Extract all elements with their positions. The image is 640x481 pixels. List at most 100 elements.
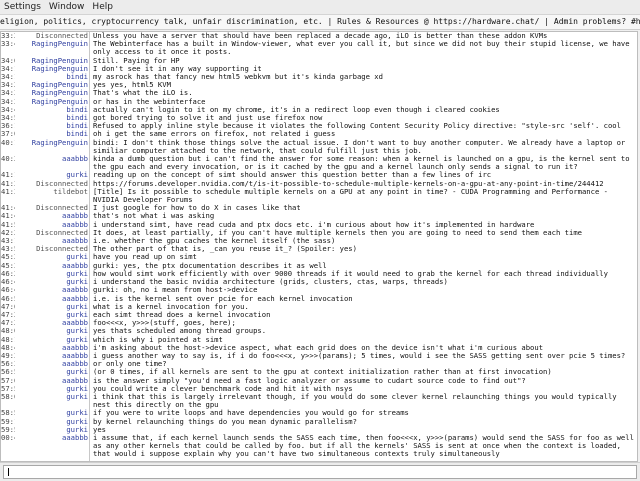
message-nick[interactable]: bindi [15,122,91,130]
message-timestamp: 41:31] [1,187,15,196]
message-nick[interactable]: aaabbb [15,221,91,229]
message-timestamp: 41:59] [1,220,15,229]
message-timestamp: 49:33] [1,351,15,360]
message-nick[interactable]: aaabbb [15,237,91,245]
menu-window[interactable]: Window [45,2,89,12]
message-timestamp: 59:12] [1,417,15,426]
message-timestamp: 48:13] [1,335,15,344]
message-nick[interactable]: gurki [15,303,91,311]
message-text: [Title] Is it possible to schedule multi… [93,186,613,205]
message-timestamp: 57:59] [1,384,15,393]
channel-topic[interactable]: eligion, politics, cryptocurrency talk, … [0,15,640,30]
message-nick[interactable]: aaabbb [15,155,91,171]
message-timestamp: 47:21] [1,310,15,319]
message-timestamp: 47:27] [1,319,15,328]
message-nick[interactable]: gurki [15,418,91,426]
message-row: 40:17]RagingPenguinbindi: I don't think … [1,137,637,155]
message-timestamp: 34:27] [1,81,15,90]
message-timestamp: 34:18] [1,64,15,73]
message-timestamp: 41:46] [1,212,15,221]
message-timestamp: 47:05] [1,302,15,311]
message-nick[interactable]: aaabbb [15,212,91,220]
message-nick[interactable]: gurki [15,253,91,261]
message-nick[interactable]: aaabbb [15,344,91,352]
message-nick[interactable]: Disconnected [15,204,91,212]
message-nick[interactable]: RagingPenguin [15,57,91,65]
message-nick[interactable]: aaabbb [15,319,91,327]
message-row: 58:09]gurkii think that this is largely … [1,391,637,410]
message-nick[interactable]: gurki [15,270,91,278]
message-nick[interactable]: aaabbb [15,434,91,459]
message-timestamp: 46:24] [1,269,15,278]
message-nick[interactable]: aaabbb [15,352,91,360]
message-nick[interactable]: RagingPenguin [15,81,91,89]
message-timestamp: 33:27] [1,32,15,40]
message-timestamp: 45:33] [1,261,15,270]
message-timestamp: 40:17] [1,138,15,147]
message-nick[interactable]: RagingPenguin [15,139,91,155]
message-timestamp: 42:21] [1,228,15,237]
message-nick[interactable]: tildebot [15,188,91,204]
message-timestamp: 46:55] [1,294,15,303]
message-nick[interactable]: gurki [15,327,91,335]
message-timestamp: 34:38] [1,97,15,106]
message-nick[interactable]: Disconnected [15,245,91,253]
message-nick[interactable]: aaabbb [15,295,91,303]
message-nick[interactable]: gurki [15,385,91,393]
message-nick[interactable]: RagingPenguin [15,89,91,97]
message-nick[interactable]: bindi [15,106,91,114]
message-input[interactable] [3,465,637,479]
message-nick[interactable]: gurki [15,426,91,434]
message-timestamp: 56:37] [1,360,15,369]
menu-help[interactable]: Help [88,2,117,12]
message-timestamp: 59:57] [1,425,15,434]
message-timestamp: 57:02] [1,376,15,385]
message-nick[interactable]: gurki [15,336,91,344]
message-nick[interactable]: gurki [15,409,91,417]
message-nick[interactable]: gurki [15,171,91,179]
message-nick[interactable]: gurki [15,311,91,319]
text-caret [8,468,9,476]
nick-separator [89,32,90,461]
message-nick[interactable]: aaabbb [15,286,91,294]
message-nick[interactable]: aaabbb [15,360,91,368]
message-timestamp: 34:33] [1,89,15,98]
message-nick[interactable]: bindi [15,114,91,122]
menu-settings[interactable]: Settings [0,2,45,12]
message-nick[interactable]: bindi [15,130,91,138]
message-timestamp: 45:22] [1,253,15,262]
message-timestamp: 34:59] [1,114,15,123]
message-timestamp: 46:46] [1,286,15,295]
message-text: bindi: I don't think those things solve … [93,137,630,155]
message-timestamp: 48:45] [1,343,15,352]
message-row: 00:44]aaabbbi assume that, if each kerne… [1,432,638,459]
message-timestamp: 58:56] [1,409,15,418]
message-nick[interactable]: RagingPenguin [15,65,91,73]
message-timestamp: 46:41] [1,278,15,287]
message-nick[interactable]: gurki [15,278,91,286]
input-bar [0,462,640,481]
message-timestamp: 56:52] [1,368,15,377]
message-nick[interactable]: gurki [15,393,91,409]
message-text: The Webinterface has a built in Window-v… [93,39,634,57]
message-text: kinda a dumb question but i can't find t… [93,154,634,172]
message-nick[interactable]: RagingPenguin [15,98,91,106]
message-nick[interactable]: Disconnected [15,229,91,237]
message-nick[interactable]: Disconnected [15,32,91,40]
chat-log[interactable]: 33:27]DisconnectedUnless you have a serv… [0,31,638,462]
message-timestamp: 43:58] [1,245,15,254]
message-nick[interactable]: gurki [15,368,91,376]
message-nick[interactable]: bindi [15,73,91,81]
message-nick[interactable]: Disconnected [15,180,91,188]
menu-bar: Settings Window Help [0,0,640,15]
message-timestamp: 43:16] [1,237,15,246]
message-timestamp: 34:02] [1,56,15,65]
message-text: i assume that, if each kernel launch sen… [93,432,638,459]
message-nick[interactable]: aaabbb [15,262,91,270]
message-nick[interactable]: aaabbb [15,377,91,385]
message-nick[interactable]: RagingPenguin [15,40,91,56]
message-text: i guess another way to say is, if i do f… [93,350,626,360]
message-timestamp: 40:23] [1,155,15,164]
message-text: i think that this is largely irrelevant … [93,391,621,410]
message-timestamp: 33:47] [1,40,15,49]
